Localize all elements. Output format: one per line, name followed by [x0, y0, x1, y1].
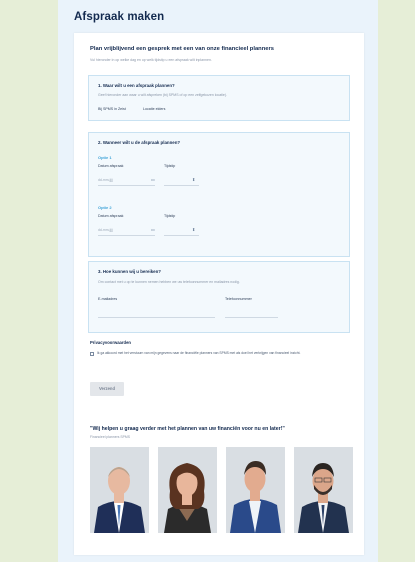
- planner-photo-4: [294, 447, 353, 533]
- calendar-icon[interactable]: ▭: [151, 227, 155, 232]
- option-1-date-input[interactable]: dd-mm-jjjj: [98, 178, 113, 182]
- option-2-time-label: Tijdstip: [164, 214, 176, 218]
- page-title: Afspraak maken: [74, 11, 165, 23]
- when-title: 2. Wanneer wilt u de afspraak plannen?: [98, 140, 181, 145]
- where-option-spms[interactable]: Bij SPMS in Zeist: [98, 107, 126, 111]
- privacy-title: Privacyvoorwaarden: [90, 340, 131, 345]
- contact-hint: Om contact met u op te kunnen nemen hebb…: [98, 280, 240, 284]
- email-input[interactable]: [98, 317, 215, 318]
- testimonial-attribution: Financieel planners SPMS: [90, 435, 130, 439]
- option-1-date-underline: [98, 185, 155, 186]
- where-title: 1. Waar wilt u een afspraak plannen?: [98, 83, 175, 88]
- appointment-form-card: Plan vrijblijvend een gesprek met een va…: [74, 33, 364, 555]
- option-2-date-input[interactable]: dd-mm-jjjj: [98, 228, 113, 232]
- submit-button[interactable]: Verzend: [90, 382, 124, 396]
- where-section: 1. Waar wilt u een afspraak plannen? Gee…: [88, 75, 350, 121]
- phone-input[interactable]: [225, 317, 278, 318]
- calendar-icon[interactable]: ▭: [151, 177, 155, 182]
- option-1-date-label: Datum afspraak: [98, 164, 124, 168]
- form-subheading: Vul hieronder in op welke dag en op welk…: [90, 58, 212, 62]
- chevron-down-icon[interactable]: ⬍: [192, 227, 195, 232]
- contact-section: 3. Hoe kunnen wij u bereiken? Om contact…: [88, 261, 350, 333]
- privacy-text: Ik ga akkoord met het verstuurn van mijn…: [97, 351, 301, 355]
- form-heading: Plan vrijblijvend een gesprek met een va…: [90, 46, 274, 52]
- option-2-time-select[interactable]: [164, 235, 199, 236]
- contact-title: 3. Hoe kunnen wij u bereiken?: [98, 269, 161, 274]
- option-1-label: Optie 1: [98, 155, 112, 160]
- option-2-date-label: Datum afspraak: [98, 214, 124, 218]
- planner-photo-1: [90, 447, 149, 533]
- privacy-checkbox[interactable]: [90, 352, 94, 356]
- planner-photo-2: [158, 447, 217, 533]
- option-1-time-select[interactable]: [164, 185, 199, 186]
- testimonial-quote: "Wij helpen u graag verder met het plann…: [90, 426, 285, 432]
- option-2-label: Optie 2: [98, 205, 112, 210]
- where-hint: Geef hieronder aan waar u wilt afspreken…: [98, 93, 227, 97]
- phone-label: Telefoonnummer: [225, 297, 252, 301]
- where-option-elsewhere[interactable]: Locatie elders: [143, 107, 165, 111]
- planner-photo-3: [226, 447, 285, 533]
- when-section: 2. Wanneer wilt u de afspraak plannen? O…: [88, 132, 350, 257]
- option-1-time-label: Tijdstip: [164, 164, 176, 168]
- option-2-date-underline: [98, 235, 155, 236]
- email-label: E-mailadres: [98, 297, 118, 301]
- chevron-down-icon[interactable]: ⬍: [192, 177, 195, 182]
